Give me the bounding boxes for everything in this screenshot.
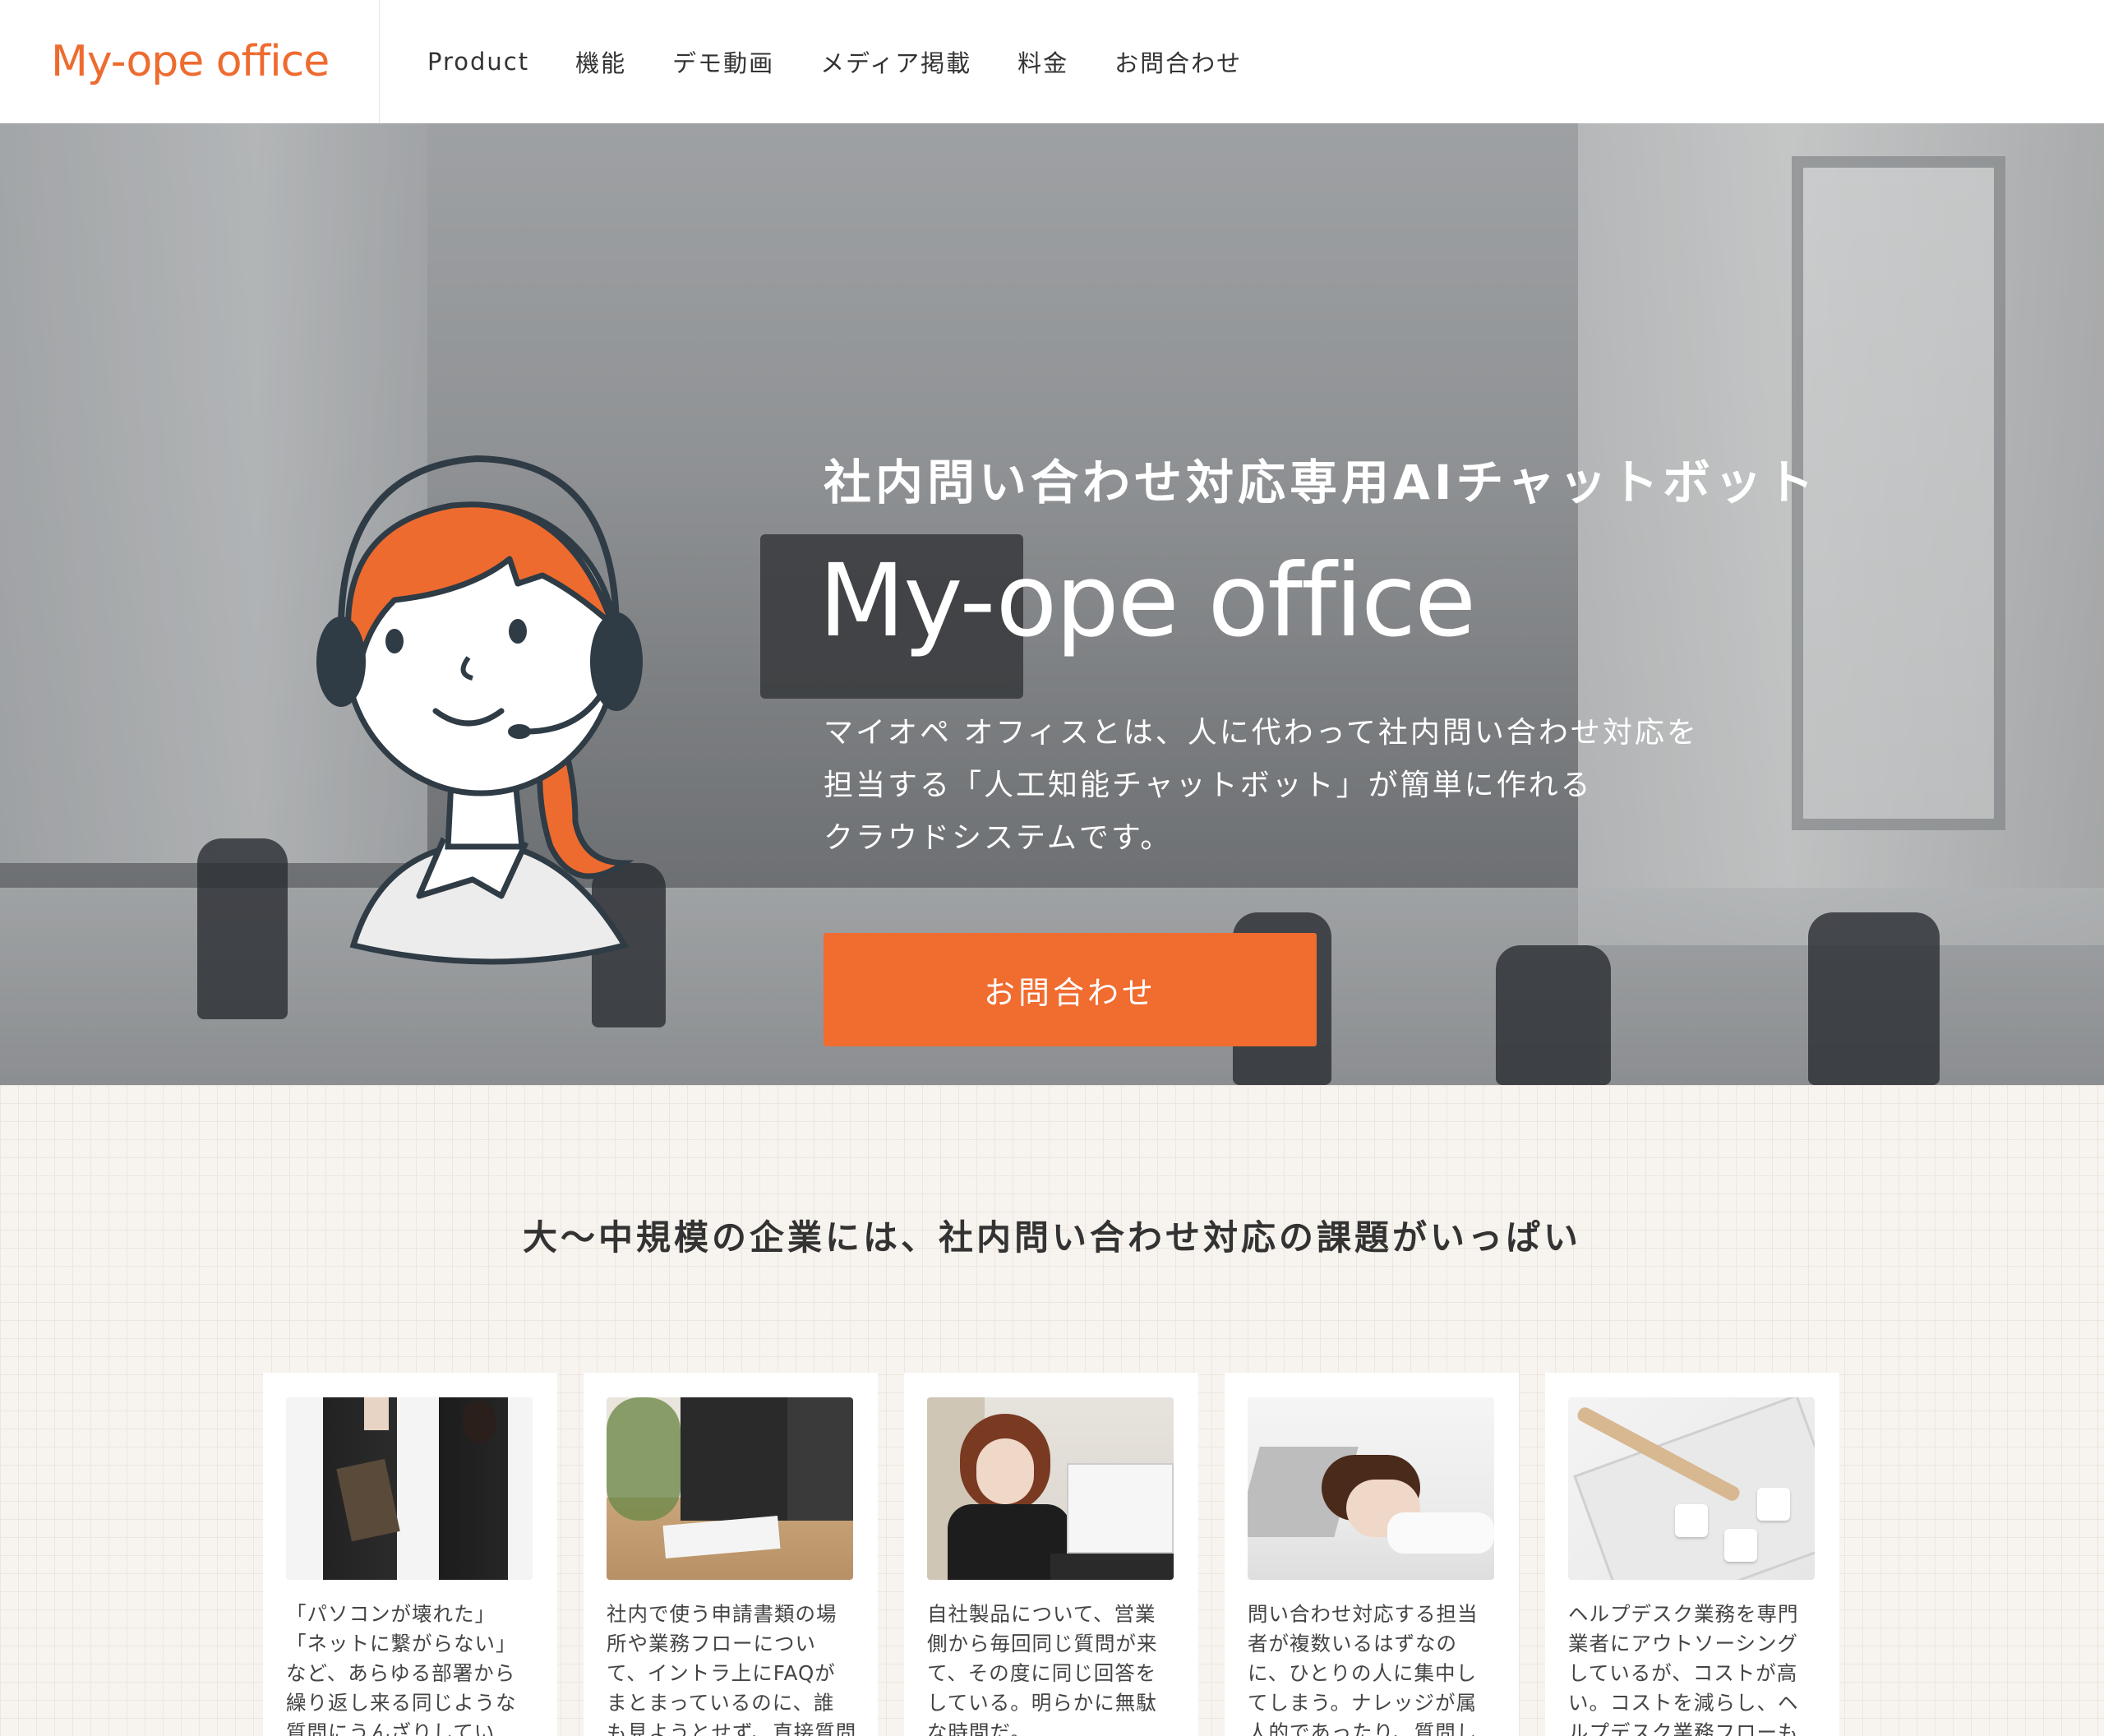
card-text-line: に、ひとりの人に集中し bbox=[1248, 1661, 1478, 1685]
nav-item-pricing[interactable]: 料金 bbox=[1017, 44, 1068, 79]
card-text-line: ルプデスク業務フローも bbox=[1568, 1720, 1799, 1736]
card-text-line: 者が複数いるはずなの bbox=[1248, 1632, 1457, 1655]
hero-subtitle: 社内問い合わせ対応専用AIチャットボット bbox=[824, 455, 1818, 510]
card-text: 社内で使う申請書類の場 所や業務フローについ て、イントラ上にFAQが まとまっ… bbox=[607, 1600, 857, 1736]
card-text-line: 業者にアウトソーシング bbox=[1568, 1632, 1799, 1655]
card-photo-calculator bbox=[1568, 1397, 1815, 1580]
card-text-line: 「ネットに繋がらない」 bbox=[286, 1632, 517, 1655]
hero-section: 社内問い合わせ対応専用AIチャットボット My-ope office マイオペ … bbox=[0, 123, 2104, 1085]
card-text-line: まとまっているのに、誰 bbox=[607, 1691, 835, 1715]
problem-card: 社内で使う申請書類の場 所や業務フローについ て、イントラ上にFAQが まとまっ… bbox=[584, 1373, 878, 1736]
problem-card: ヘルプデスク業務を専門 業者にアウトソーシング しているが、コストが高 い。コス… bbox=[1545, 1373, 1839, 1736]
problem-card: 「パソコンが壊れた」 「ネットに繋がらない」 など、あらゆる部署から 繰り返し来… bbox=[263, 1373, 557, 1736]
main-nav: Product 機能 デモ動画 メディア掲載 料金 お問合わせ bbox=[427, 44, 1288, 79]
problem-card: 問い合わせ対応する担当 者が複数いるはずなの に、ひとりの人に集中し てしまう。… bbox=[1225, 1373, 1519, 1736]
card-text-line: い。コストを減らし、ヘ bbox=[1568, 1691, 1799, 1715]
card-text-line: 問い合わせ対応する担当 bbox=[1248, 1602, 1479, 1626]
logo-container[interactable]: My-ope office bbox=[0, 0, 380, 123]
problem-cards: 「パソコンが壊れた」 「ネットに繋がらない」 など、あらゆる部署から 繰り返し来… bbox=[263, 1373, 1866, 1736]
card-text-line: 繰り返し来る同じような bbox=[286, 1691, 517, 1715]
problems-section: 大〜中規模の企業には、社内問い合わせ対応の課題がいっぱい 「パソコンが壊れた」 … bbox=[0, 1085, 2104, 1736]
card-text-line: 質問にうんざりしてい bbox=[286, 1720, 496, 1736]
problem-card: 自社製品について、営業 側から毎回同じ質問が来 て、その度に同じ回答を している… bbox=[904, 1373, 1198, 1736]
card-text: 問い合わせ対応する担当 者が複数いるはずなの に、ひとりの人に集中し てしまう。… bbox=[1248, 1600, 1496, 1736]
nav-item-product[interactable]: Product bbox=[427, 48, 529, 76]
card-text-line: 人的であったり、質問し bbox=[1248, 1720, 1478, 1736]
card-text-line: 所や業務フローについ bbox=[607, 1632, 816, 1655]
hero-description: マイオペ オフィスとは、人に代わって社内問い合わせ対応を 担当する「人工知能チャ… bbox=[824, 707, 1728, 865]
card-text-line: な時間だ。 bbox=[927, 1720, 1031, 1736]
card-text-line: している。明らかに無駄 bbox=[927, 1691, 1157, 1715]
nav-item-features[interactable]: 機能 bbox=[575, 44, 626, 79]
card-text-line: 自社製品について、営業 bbox=[927, 1602, 1156, 1626]
card-photo-meeting-table bbox=[607, 1397, 853, 1580]
card-text: ヘルプデスク業務を専門 業者にアウトソーシング しているが、コストが高 い。コス… bbox=[1568, 1600, 1816, 1736]
card-text-line: て、その度に同じ回答を bbox=[927, 1661, 1157, 1685]
hero-description-line: クラウドシステムです。 bbox=[824, 821, 1173, 855]
nav-item-media[interactable]: メディア掲載 bbox=[820, 44, 971, 79]
card-text-line: ヘルプデスク業務を専門 bbox=[1568, 1602, 1799, 1626]
hero-title: My-ope office bbox=[819, 542, 1476, 659]
card-photo-tired-worker bbox=[1248, 1397, 1494, 1580]
hero-description-line: マイオペ オフィスとは、人に代わって社内問い合わせ対応を bbox=[824, 716, 1699, 750]
contact-cta-button[interactable]: お問合わせ bbox=[824, 933, 1317, 1046]
card-text-line: しているが、コストが高 bbox=[1568, 1661, 1798, 1685]
card-text-line: も見ようとせず、直接質問 bbox=[607, 1720, 857, 1736]
card-photo-business-people bbox=[286, 1397, 533, 1580]
card-text-line: てしまう。ナレッジが属 bbox=[1248, 1691, 1478, 1715]
card-text: 「パソコンが壊れた」 「ネットに繋がらない」 など、あらゆる部署から 繰り返し来… bbox=[286, 1600, 534, 1736]
card-text-line: 側から毎回同じ質問が来 bbox=[927, 1632, 1158, 1655]
card-text-line: 社内で使う申請書類の場 bbox=[607, 1602, 837, 1626]
card-text: 自社製品について、営業 側から毎回同じ質問が来 て、その度に同じ回答を している… bbox=[927, 1600, 1175, 1736]
card-text-line: て、イントラ上にFAQが bbox=[607, 1661, 836, 1685]
card-text-line: など、あらゆる部署から bbox=[286, 1661, 516, 1685]
hero-description-line: 担当する「人工知能チャットボット」が簡単に作れる bbox=[824, 769, 1593, 802]
card-photo-woman-on-phone bbox=[927, 1397, 1174, 1580]
mascot-operator-illustration bbox=[316, 455, 643, 965]
problems-title: 大〜中規模の企業には、社内問い合わせ対応の課題がいっぱい bbox=[522, 1217, 1581, 1258]
site-header: My-ope office Product 機能 デモ動画 メディア掲載 料金 … bbox=[0, 0, 2104, 123]
card-text-line: 「パソコンが壊れた」 bbox=[286, 1602, 496, 1626]
nav-item-contact[interactable]: お問合わせ bbox=[1114, 44, 1242, 79]
nav-item-demo-video[interactable]: デモ動画 bbox=[672, 44, 774, 79]
site-logo[interactable]: My-ope office bbox=[51, 37, 330, 86]
